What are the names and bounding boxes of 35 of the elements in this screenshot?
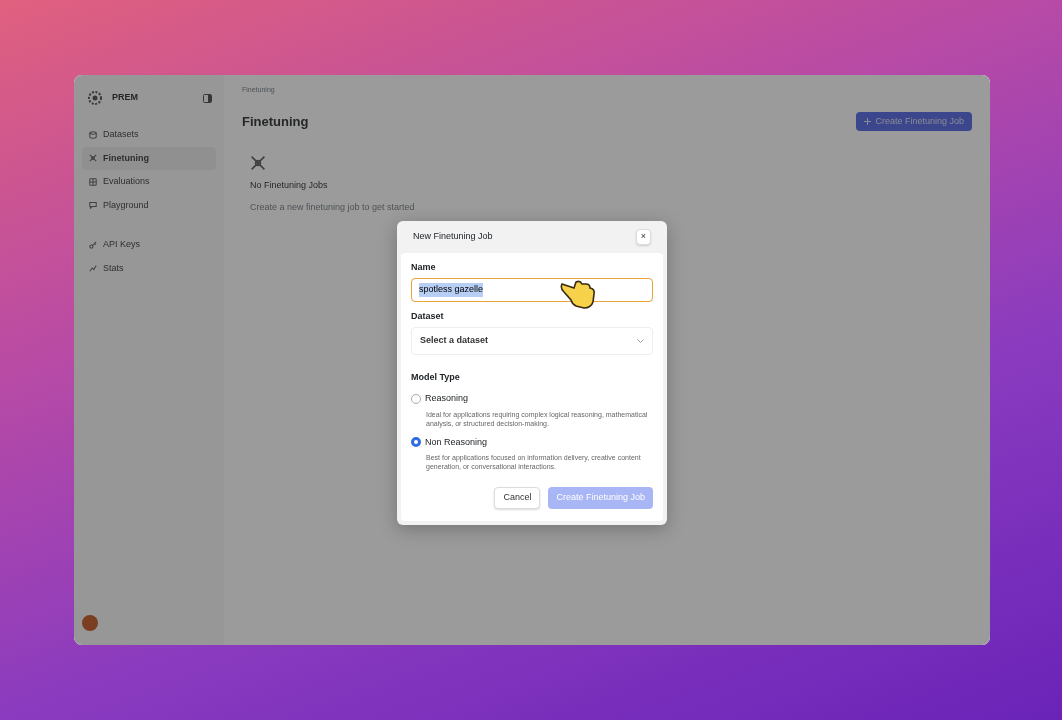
sidebar-item[interactable]: Playground (82, 193, 216, 217)
option-label: Reasoning (425, 392, 469, 405)
key-icon (89, 240, 97, 249)
radio-button[interactable] (411, 437, 421, 448)
radio-button[interactable] (411, 393, 421, 404)
speech-bubble-icon (89, 201, 97, 210)
empty-state-subtitle: Create a new finetuning job to get started (250, 200, 416, 214)
sidebar-item[interactable]: Evaluations (82, 170, 216, 194)
cross-tools-icon (250, 155, 266, 171)
sidebar-item[interactable]: Datasets (82, 123, 216, 147)
empty-state-title: No Finetuning Jobs (250, 179, 329, 192)
dialog-title: New Finetuning Job (413, 230, 493, 243)
field-label: Model Type (411, 370, 461, 384)
avatar (82, 615, 98, 631)
dataset-select[interactable]: Select a dataset (411, 327, 653, 355)
sidebar-item[interactable]: Stats (82, 256, 216, 280)
plus-icon (864, 117, 872, 125)
create-job-button[interactable]: Create Finetuning Job (856, 111, 972, 131)
cancel-button[interactable]: Cancel (494, 487, 541, 509)
database-icon (89, 130, 97, 139)
line-chart-icon (89, 264, 97, 273)
name-field[interactable]: spotless gazelle (411, 278, 653, 302)
panel-toggle-icon[interactable] (203, 93, 212, 103)
grid-icon (89, 177, 97, 186)
sidebar-item[interactable]: API Keys (82, 233, 216, 257)
cross-tools-icon (89, 154, 97, 163)
page-title: Finetuning (242, 112, 309, 131)
field-label: Dataset (411, 309, 445, 323)
chevron-down-icon (637, 338, 644, 343)
field-label: Name (411, 260, 437, 274)
close-button[interactable]: × (635, 229, 651, 245)
gear-logo-icon (86, 89, 104, 107)
logo-text: PREM (112, 91, 138, 105)
sidebar-item[interactable]: Finetuning (82, 146, 216, 170)
option-label: Non Reasoning (425, 435, 488, 449)
